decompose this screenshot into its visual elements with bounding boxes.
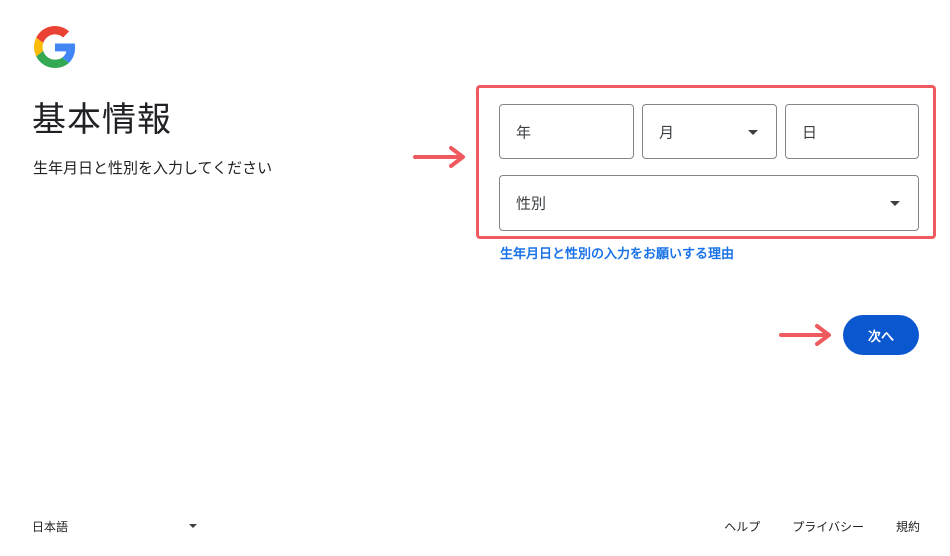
day-input[interactable]: 日 [785, 104, 919, 159]
terms-link[interactable]: 規約 [896, 518, 920, 535]
caret-down-icon [748, 129, 758, 135]
month-placeholder: 月 [659, 123, 675, 141]
right-arrow-icon [413, 146, 465, 168]
help-link[interactable]: ヘルプ [724, 518, 760, 535]
next-button-label: 次へ [867, 329, 894, 345]
reason-link[interactable]: 生年月日と性別の入力をお願いする理由 [500, 243, 734, 262]
right-arrow-icon [779, 324, 831, 346]
footer-links: ヘルプ プライバシー 規約 [724, 518, 920, 535]
page-subtitle: 生年月日と性別を入力してください [33, 159, 273, 177]
page-title: 基本情報 [32, 100, 172, 140]
language-select[interactable]: 日本語 [32, 518, 202, 536]
caret-down-icon [189, 524, 197, 528]
signup-page: 基本情報 生年月日と性別を入力してください 年 月 日 性別 生年月日と性別の入… [0, 0, 950, 556]
google-logo-icon [34, 26, 76, 68]
month-select[interactable]: 月 [642, 104, 777, 159]
gender-placeholder: 性別 [516, 194, 547, 213]
gender-select[interactable]: 性別 [499, 175, 919, 231]
year-placeholder: 年 [516, 123, 532, 141]
day-placeholder: 日 [802, 123, 818, 141]
year-input[interactable]: 年 [499, 104, 634, 159]
language-label: 日本語 [32, 520, 69, 534]
next-button[interactable]: 次へ [843, 315, 919, 355]
caret-down-icon [890, 201, 900, 206]
privacy-link[interactable]: プライバシー [792, 518, 864, 535]
